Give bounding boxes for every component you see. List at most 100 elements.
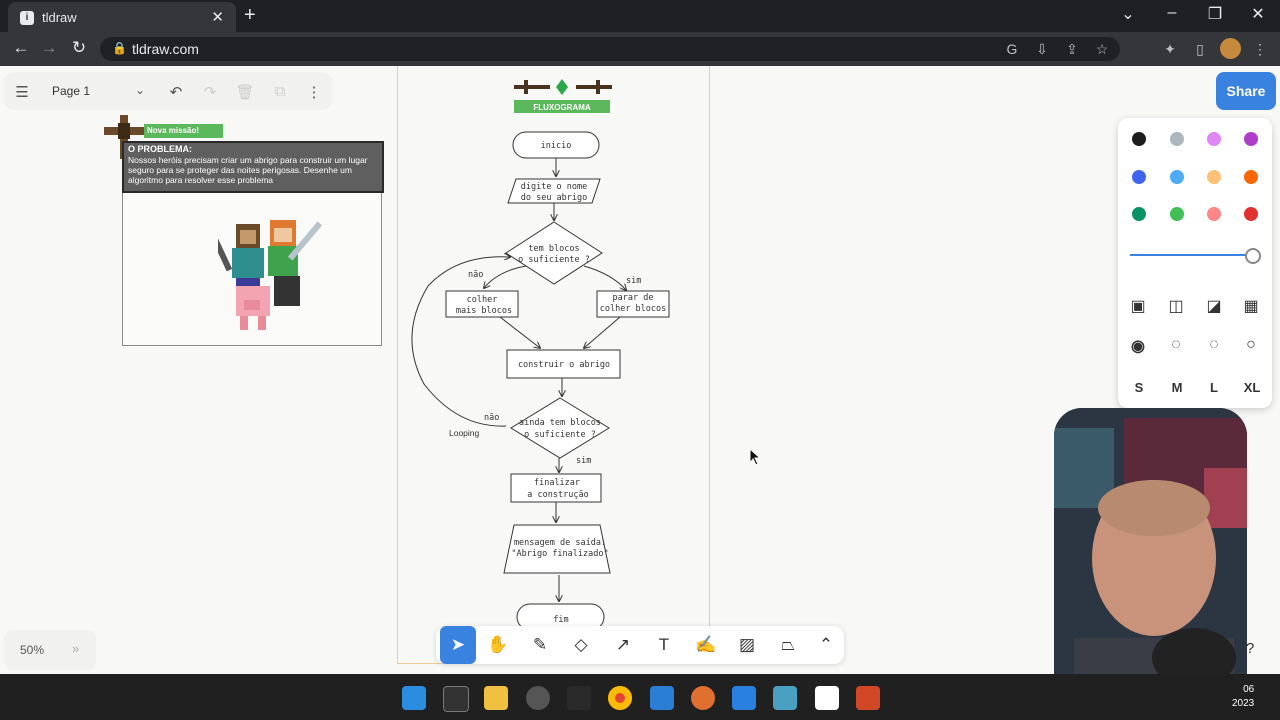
extensions-icon[interactable]: ✦ <box>1160 41 1180 58</box>
note-tool-icon[interactable]: ✍ <box>692 631 720 659</box>
draw-tool-icon[interactable]: ✎ <box>526 631 554 659</box>
text-tool-icon[interactable]: T <box>650 631 678 659</box>
looping-label: Looping <box>449 428 480 438</box>
no2-label: não <box>484 413 499 423</box>
windows-start-icon[interactable] <box>402 686 426 710</box>
clock-time: 06 <box>1243 684 1255 695</box>
new-tab-icon[interactable]: + <box>244 4 256 27</box>
fill-none-icon[interactable]: ▣ <box>1126 296 1150 316</box>
size-l[interactable]: L <box>1202 380 1226 395</box>
image-tool-icon[interactable]: ▨ <box>733 631 761 659</box>
help-button[interactable]: ? <box>1246 640 1254 657</box>
decision2-line1: ainda tem blocos <box>519 418 601 428</box>
opacity-slider[interactable] <box>1130 254 1250 256</box>
build-label: construir o abrigo <box>518 360 610 370</box>
decision2-node[interactable] <box>510 397 610 459</box>
dash-solid-icon[interactable]: ○ <box>1239 336 1263 354</box>
size-xl[interactable]: XL <box>1240 380 1264 395</box>
share-page-icon[interactable]: ⇪ <box>1062 41 1082 58</box>
tool-bar: ➤ ✋ ✎ ◇ ↗ T ✍ ▨ ⏢ ⌃ <box>436 626 844 664</box>
reload-icon[interactable]: ↻ <box>68 38 90 58</box>
color-swatch[interactable] <box>1244 207 1258 221</box>
url-text[interactable]: tldraw.com <box>132 41 199 57</box>
forward-icon[interactable]: → <box>38 38 60 58</box>
duplicate-icon[interactable]: ⧉ <box>270 83 290 100</box>
browser-tab[interactable]: i tldraw ✕ <box>8 2 236 32</box>
minimap-toggle-icon[interactable]: » <box>72 641 79 656</box>
page-selector[interactable]: Page 1 <box>52 84 90 98</box>
color-swatch[interactable] <box>1170 132 1184 146</box>
opacity-slider-handle[interactable] <box>1245 248 1261 264</box>
arrow-tool-icon[interactable]: ↗ <box>609 631 637 659</box>
shape-tool-icon[interactable]: ⏢ <box>774 631 802 659</box>
close-tab-icon[interactable]: ✕ <box>211 8 224 26</box>
problem-text: Nossos heróis precisam criar um abrigo p… <box>128 155 368 185</box>
share-button[interactable]: Share <box>1216 72 1276 110</box>
powerpoint-icon[interactable] <box>856 686 880 710</box>
dash-dashed-icon[interactable]: ◌ <box>1164 336 1188 354</box>
camera-app-icon[interactable] <box>567 686 591 710</box>
more-options-icon[interactable]: ⋮ <box>304 83 324 101</box>
color-swatch[interactable] <box>1244 170 1258 184</box>
bookmark-star-icon[interactable]: ☆ <box>1092 41 1112 58</box>
hamburger-menu-icon[interactable]: ☰ <box>12 83 32 101</box>
color-swatch[interactable] <box>1207 207 1221 221</box>
clock-date: 2023 <box>1232 698 1255 709</box>
obs-icon[interactable] <box>526 686 550 710</box>
system-clock[interactable]: 06 2023 <box>1232 683 1254 711</box>
remote-desktop-icon[interactable] <box>773 686 797 710</box>
profile-avatar[interactable] <box>1220 38 1241 59</box>
dash-draw-icon[interactable]: ◉ <box>1126 336 1150 356</box>
fill-pattern-icon[interactable]: ▦ <box>1239 296 1263 316</box>
fill-semi-icon[interactable]: ◫ <box>1164 296 1188 316</box>
header-title: FLUXOGRAMA <box>533 103 591 112</box>
omnibox[interactable]: 🔒 tldraw.com <box>100 37 1120 61</box>
close-window-icon[interactable]: ✕ <box>1248 4 1268 24</box>
windows-taskbar <box>0 674 1280 720</box>
finish-line2: a construção <box>527 490 588 500</box>
stop-line2: colher blocos <box>600 304 667 314</box>
mouse-cursor-icon <box>749 448 761 466</box>
color-swatch[interactable] <box>1170 170 1184 184</box>
color-swatch[interactable] <box>1132 170 1146 184</box>
side-panel-icon[interactable]: ▯ <box>1190 41 1210 58</box>
color-swatch[interactable] <box>1207 132 1221 146</box>
browser-app-icon[interactable] <box>691 686 715 710</box>
more-tools-icon[interactable]: ⌃ <box>812 631 840 659</box>
hand-tool-icon[interactable]: ✋ <box>484 631 512 659</box>
mission-badge: Nova missão! <box>144 124 223 138</box>
zoom-control[interactable]: 50% » <box>4 630 96 670</box>
file-explorer-icon[interactable] <box>484 686 508 710</box>
select-tool-icon[interactable]: ➤ <box>440 626 476 664</box>
size-m[interactable]: M <box>1165 380 1189 395</box>
chevron-down-icon[interactable]: ⌄ <box>130 83 150 97</box>
google-icon[interactable]: G <box>1002 41 1022 57</box>
undo-icon[interactable]: ↶ <box>166 83 186 101</box>
fill-solid-icon[interactable]: ◪ <box>1202 296 1226 316</box>
todo-app-icon[interactable] <box>732 686 756 710</box>
color-swatch[interactable] <box>1207 170 1221 184</box>
chrome-menu-icon[interactable]: ⋮ <box>1250 41 1270 58</box>
flowchart[interactable]: FLUXOGRAMA inicio digite o nome do seu a… <box>398 66 708 662</box>
restore-icon[interactable]: ❐ <box>1205 4 1225 24</box>
dash-dotted-icon[interactable]: ◌ <box>1202 336 1226 354</box>
color-swatch[interactable] <box>1132 207 1146 221</box>
vscode-icon[interactable] <box>650 686 674 710</box>
size-s[interactable]: S <box>1127 380 1151 395</box>
color-swatch[interactable] <box>1132 132 1146 146</box>
chrome-taskbar-icon[interactable] <box>608 686 632 710</box>
redo-icon[interactable]: ↷ <box>200 83 220 101</box>
gather-line2: mais blocos <box>456 306 512 316</box>
color-swatch[interactable] <box>1170 207 1184 221</box>
minimize-icon[interactable]: – <box>1162 4 1182 22</box>
capcut-icon[interactable] <box>815 686 839 710</box>
delete-icon[interactable]: 🗑 <box>235 83 255 101</box>
terminal-icon[interactable] <box>443 686 469 712</box>
back-icon[interactable]: ← <box>10 38 32 58</box>
no1-label: não <box>468 270 483 280</box>
tab-search-icon[interactable]: ⌄ <box>1118 4 1138 24</box>
loop-arrow[interactable] <box>411 257 510 427</box>
color-swatch[interactable] <box>1244 132 1258 146</box>
install-icon[interactable]: ⇩ <box>1032 41 1052 58</box>
eraser-tool-icon[interactable]: ◇ <box>567 631 595 659</box>
